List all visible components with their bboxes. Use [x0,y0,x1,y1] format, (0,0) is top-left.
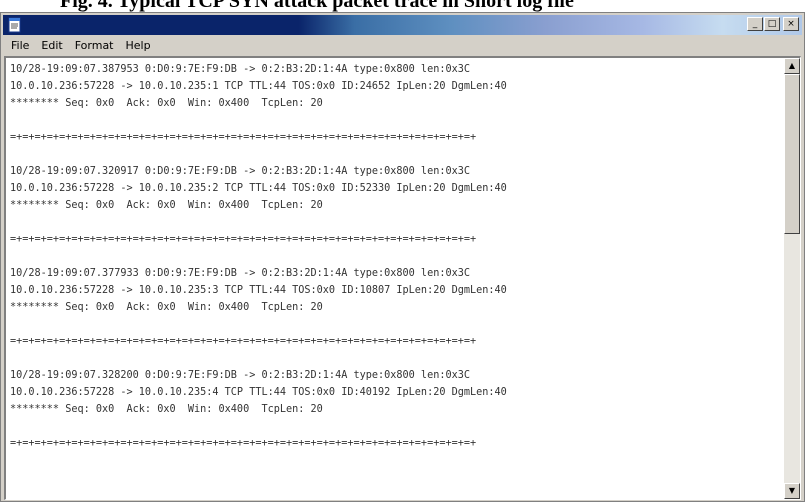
figure-caption: Fig. 4. Typical TCP SYN attack packet tr… [0,0,807,12]
log-line: 10.0.10.236:57228 -> 10.0.10.235:1 TCP T… [10,81,507,92]
log-line: ******** Seq: 0x0 Ack: 0x0 Win: 0x400 Tc… [10,200,323,211]
log-line: 10.0.10.236:57228 -> 10.0.10.235:2 TCP T… [10,183,507,194]
log-line: =+=+=+=+=+=+=+=+=+=+=+=+=+=+=+=+=+=+=+=+… [10,438,477,449]
log-line: 10/28-19:09:07.320917 0:D0:9:7E:F9:DB ->… [10,166,471,177]
minimize-button[interactable]: _ [747,17,763,31]
log-line: =+=+=+=+=+=+=+=+=+=+=+=+=+=+=+=+=+=+=+=+… [10,336,477,347]
log-line: ******** Seq: 0x0 Ack: 0x0 Win: 0x400 Tc… [10,302,323,313]
window-controls: _ □ × [747,17,799,31]
menu-format[interactable]: Format [69,39,120,52]
menu-help[interactable]: Help [120,39,157,52]
close-button[interactable]: × [783,17,799,31]
log-line: =+=+=+=+=+=+=+=+=+=+=+=+=+=+=+=+=+=+=+=+… [10,132,477,143]
notepad-window: _ □ × File Edit Format Help 10/28-19:09:… [0,12,805,502]
log-line: ******** Seq: 0x0 Ack: 0x0 Win: 0x400 Tc… [10,404,323,415]
log-line: ******** Seq: 0x0 Ack: 0x0 Win: 0x400 Tc… [10,98,323,109]
notepad-app-icon[interactable] [7,17,23,33]
scroll-up-button[interactable]: ▲ [784,58,800,74]
scroll-down-button[interactable]: ▼ [784,483,800,499]
log-text-area[interactable]: 10/28-19:09:07.387953 0:D0:9:7E:F9:DB ->… [6,58,784,499]
log-line: 10/28-19:09:07.387953 0:D0:9:7E:F9:DB ->… [10,64,471,75]
log-line: 10.0.10.236:57228 -> 10.0.10.235:3 TCP T… [10,285,507,296]
menu-file[interactable]: File [3,39,35,52]
menu-bar: File Edit Format Help [3,36,802,55]
scroll-thumb[interactable] [784,74,800,234]
text-editor[interactable]: 10/28-19:09:07.387953 0:D0:9:7E:F9:DB ->… [4,56,801,500]
menu-edit[interactable]: Edit [35,39,68,52]
maximize-button[interactable]: □ [764,17,780,31]
log-line: 10/28-19:09:07.328200 0:D0:9:7E:F9:DB ->… [10,370,471,381]
title-bar[interactable]: _ □ × [3,15,802,35]
vertical-scrollbar[interactable]: ▲ ▼ [784,58,800,499]
log-line: 10.0.10.236:57228 -> 10.0.10.235:4 TCP T… [10,387,507,398]
caption-text: Fig. 4. Typical TCP SYN attack packet tr… [60,0,574,12]
log-line: 10/28-19:09:07.377933 0:D0:9:7E:F9:DB ->… [10,268,471,279]
log-line: =+=+=+=+=+=+=+=+=+=+=+=+=+=+=+=+=+=+=+=+… [10,234,477,245]
